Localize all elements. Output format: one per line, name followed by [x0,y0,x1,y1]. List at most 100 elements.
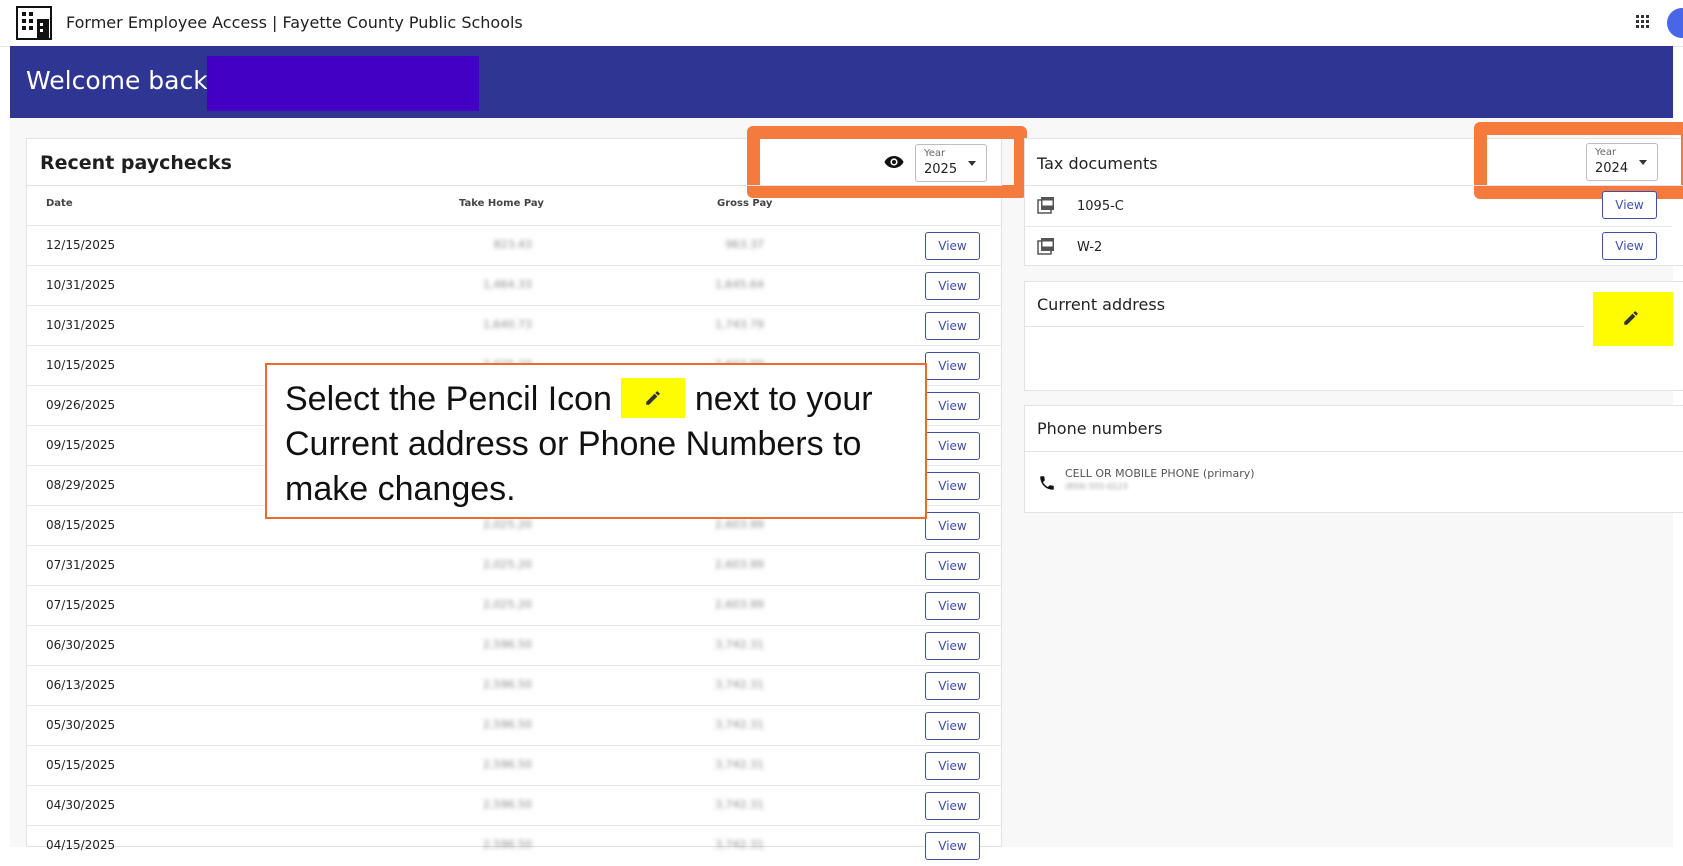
pencil-icon [646,391,661,405]
table-row: 07/15/2025 2,025.20 2,603.99 View [26,585,1002,626]
callout-line1-before: Select the Pencil Icon [285,380,612,418]
divider [26,185,1002,186]
view-paycheck-button[interactable]: View [925,352,980,380]
take-home-amount: 2,596.50 [483,758,532,771]
table-row: 06/30/2025 2,596.50 3,742.31 View [26,625,1002,666]
table-row: 05/30/2025 2,596.50 3,742.31 View [26,705,1002,746]
take-home-amount: 1,464.33 [483,278,532,291]
view-paycheck-button[interactable]: View [925,632,980,660]
paycheck-date: 09/15/2025 [46,438,116,452]
paycheck-date: 09/26/2025 [46,398,116,412]
paycheck-date: 10/31/2025 [46,278,116,292]
table-row: 12/15/2025 823.43 963.37 View [26,225,1002,266]
view-paycheck-button[interactable]: View [925,592,980,620]
gross-amount: 3,742.31 [715,838,764,851]
take-home-amount: 2,025.20 [483,518,532,531]
view-paycheck-button[interactable]: View [925,472,980,500]
column-header-take-home: Take Home Pay [459,198,544,209]
instruction-callout: Select the Pencil Icon next to your Curr… [265,363,927,519]
take-home-amount: 823.43 [493,238,533,251]
list-item: 1095-C View [1024,186,1672,226]
gross-amount: 963.37 [725,238,765,251]
view-paycheck-button[interactable]: View [925,552,980,580]
gross-amount: 2,603.99 [715,518,764,531]
paycheck-date: 07/15/2025 [46,598,116,612]
phone-icon [1040,476,1054,490]
paycheck-date: 12/15/2025 [46,238,116,252]
view-paycheck-button[interactable]: View [925,272,980,300]
gross-amount: 2,603.99 [715,598,764,611]
tax-documents-title: Tax documents [1037,154,1158,173]
view-document-button[interactable]: View [1602,191,1657,219]
take-home-amount: 2,596.50 [483,678,532,691]
view-paycheck-button[interactable]: View [925,392,980,420]
table-row: 07/31/2025 2,025.20 2,603.99 View [26,545,1002,586]
divider [1024,326,1584,327]
view-paycheck-button[interactable]: View [925,752,980,780]
paycheck-date: 10/15/2025 [46,358,116,372]
phone-type: CELL OR MOBILE PHONE (primary) [1065,467,1255,480]
document-name: 1095-C [1077,199,1124,214]
building-icon[interactable] [16,6,52,40]
paycheck-date: 04/15/2025 [46,838,116,852]
list-item: W-2 View [1024,226,1672,267]
table-row: 05/15/2025 2,596.50 3,742.31 View [26,745,1002,786]
paycheck-date: 08/15/2025 [46,518,116,532]
paycheck-date: 10/31/2025 [46,318,116,332]
gross-amount: 3,742.31 [715,798,764,811]
table-row: 04/30/2025 2,596.50 3,742.31 View [26,785,1002,826]
highlight-box-paychecks-year [747,126,1027,198]
document-name: W-2 [1077,240,1103,255]
gross-amount: 2,603.99 [715,558,764,571]
welcome-text: Welcome back [26,66,208,95]
gross-amount: 3,742.31 [715,638,764,651]
callout-text: Select the Pencil Icon next to your Curr… [285,377,905,512]
view-paycheck-button[interactable]: View [925,672,980,700]
gross-amount: 1,645.64 [715,278,764,291]
phone-number-redacted: (859) 555-0123 [1065,482,1128,491]
paycheck-date: 05/15/2025 [46,758,116,772]
take-home-amount: 2,025.20 [483,558,532,571]
callout-line1-after: next to [694,380,797,418]
gross-amount: 3,742.31 [715,758,764,771]
view-paycheck-button[interactable]: View [925,512,980,540]
divider [1024,451,1683,452]
take-home-amount: 2,596.50 [483,798,532,811]
gross-amount: 1,743.79 [715,318,764,331]
view-document-button[interactable]: View [1602,232,1657,260]
address-title: Current address [1037,295,1166,314]
paychecks-title: Recent paychecks [40,152,232,174]
table-row: 06/13/2025 2,596.50 3,742.31 View [26,665,1002,706]
take-home-amount: 2,596.50 [483,718,532,731]
app-title: Former Employee Access | Fayette County … [66,13,523,32]
take-home-amount: 2,596.50 [483,638,532,651]
table-row: 10/31/2025 1,640.73 1,743.79 View [26,305,1002,346]
view-paycheck-button[interactable]: View [925,432,980,460]
pencil-icon[interactable] [1622,309,1640,327]
paycheck-date: 06/13/2025 [46,678,116,692]
welcome-banner: Welcome back [10,46,1673,118]
paycheck-date: 04/30/2025 [46,798,116,812]
phone-numbers-title: Phone numbers [1037,419,1163,438]
paycheck-date: 07/31/2025 [46,558,116,572]
paycheck-date: 05/30/2025 [46,718,116,732]
table-row: 04/15/2025 2,596.50 3,742.31 View [26,825,1002,866]
view-paycheck-button[interactable]: View [925,232,980,260]
redacted-name [207,56,479,111]
take-home-amount: 1,640.73 [483,318,532,331]
pdf-icon [1037,197,1054,214]
paycheck-date: 08/29/2025 [46,478,116,492]
paycheck-date: 06/30/2025 [46,638,116,652]
column-header-date: Date [46,198,73,209]
view-paycheck-button[interactable]: View [925,712,980,740]
table-row: 10/31/2025 1,464.33 1,645.64 View [26,265,1002,306]
top-app-bar: Former Employee Access | Fayette County … [0,0,1683,47]
view-paycheck-button[interactable]: View [925,832,980,860]
take-home-amount: 2,025.20 [483,598,532,611]
apps-grid-icon[interactable] [1636,15,1650,29]
column-header-gross: Gross Pay [717,198,773,209]
view-paycheck-button[interactable]: View [925,792,980,820]
avatar[interactable] [1667,8,1683,38]
gross-amount: 3,742.31 [715,678,764,691]
view-paycheck-button[interactable]: View [925,312,980,340]
